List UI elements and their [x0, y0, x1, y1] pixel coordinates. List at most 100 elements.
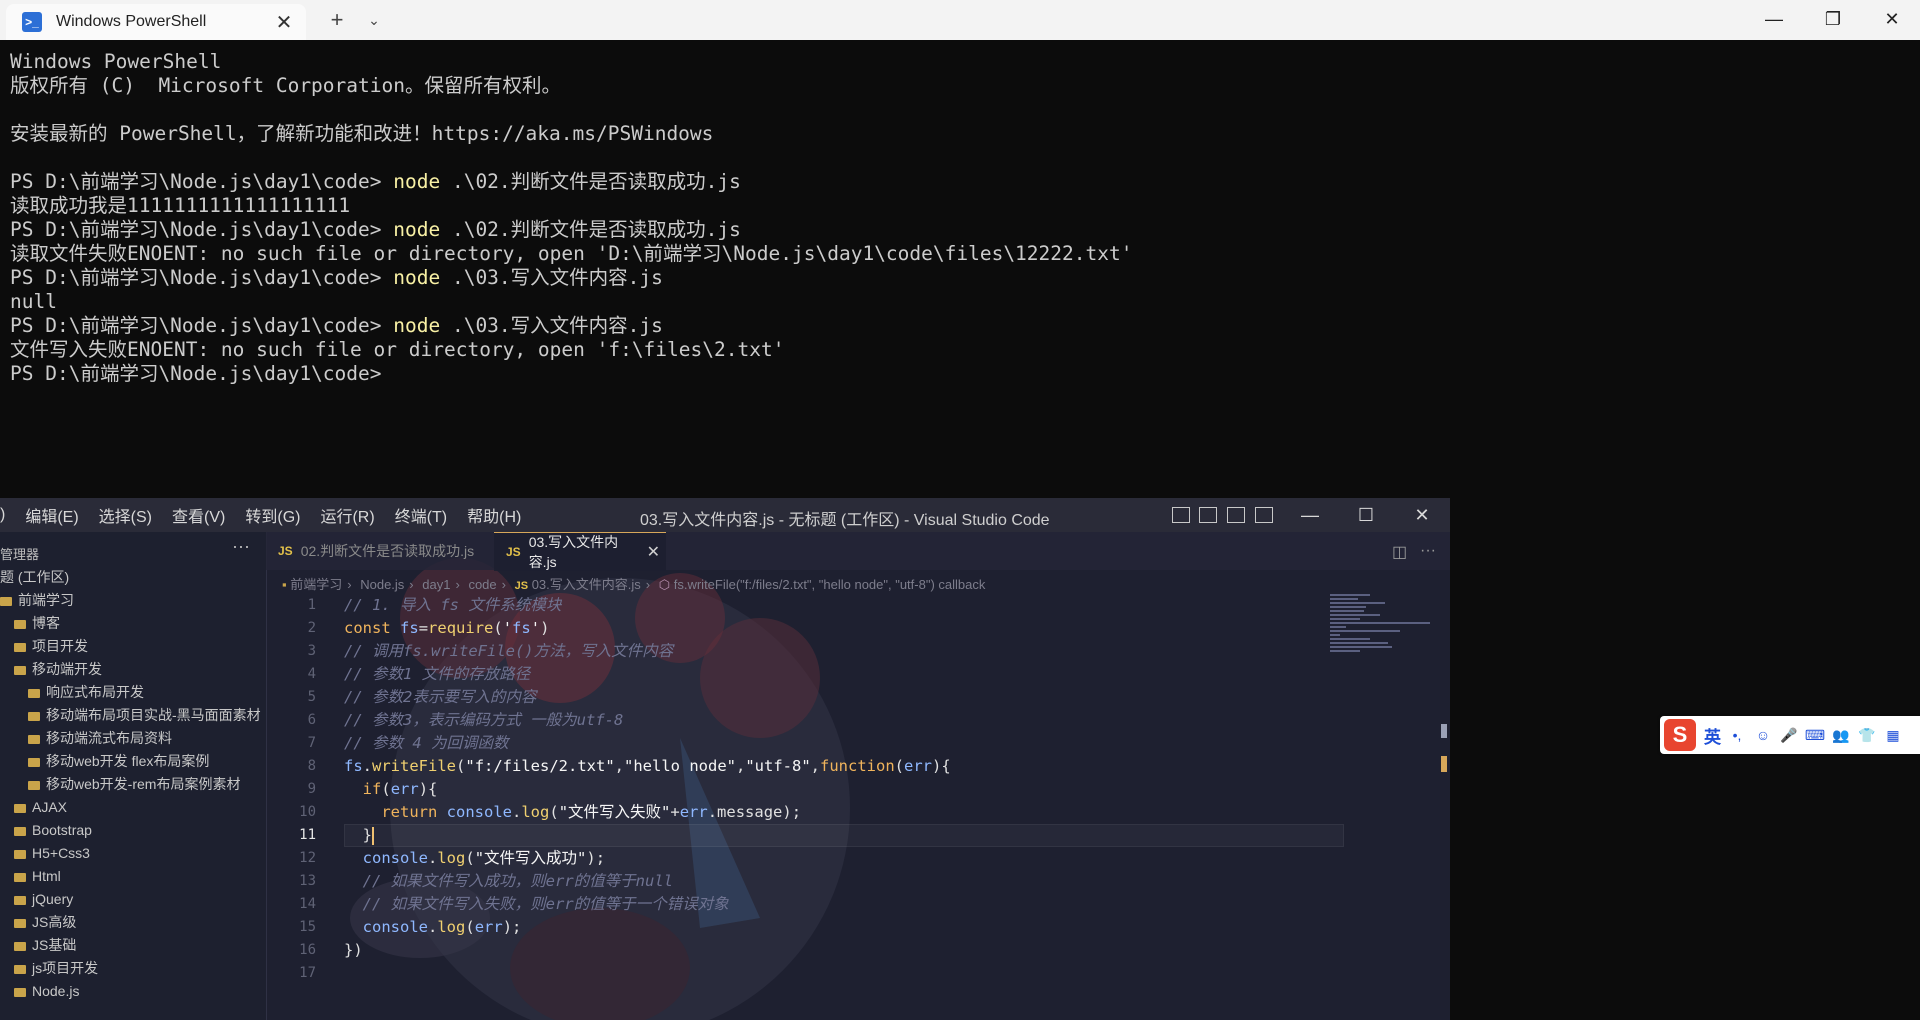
breadcrumb-item[interactable]: Node.js	[360, 577, 404, 592]
user-icon[interactable]: 👥	[1831, 725, 1851, 745]
terminal-args: .\02.判断文件是否读取成功.js	[440, 170, 741, 193]
close-icon[interactable]: ✕	[647, 542, 660, 562]
sidebar-item-label: Html	[32, 868, 61, 884]
line-number: 11	[299, 827, 316, 843]
toggle-secondary-sidebar-icon[interactable]	[1227, 507, 1245, 523]
sidebar-folder-item[interactable]: 博客	[14, 612, 60, 634]
chevron-right-icon: ›	[409, 577, 414, 592]
sidebar-folder-item[interactable]: 前端学习	[0, 589, 74, 611]
sidebar-item-label: AJAX	[32, 799, 68, 815]
sidebar-folder-item[interactable]: 移动web开发-rem布局案例素材	[28, 773, 240, 795]
workspace-title[interactable]: 题 (工作区)	[0, 566, 69, 588]
code-line: 4 // 参数1 文件的存放路径	[266, 663, 1326, 686]
sidebar-folder-item[interactable]: 移动端流式布局资料	[28, 727, 172, 749]
line-number: 3	[307, 643, 316, 659]
restore-button[interactable]: ❐	[1805, 0, 1861, 38]
sidebar-folder-item[interactable]: H5+Css3	[14, 842, 90, 864]
menu-run[interactable]: 运行(R)	[320, 503, 374, 527]
minimap[interactable]	[1330, 594, 1440, 674]
code-line: 1 // 1. 导入 fs 文件系统模块	[266, 594, 1326, 617]
menu-view[interactable]: 查看(V)	[172, 503, 225, 527]
minimize-button[interactable]: —	[1746, 0, 1802, 38]
sidebar-folder-item[interactable]: Html	[14, 865, 61, 887]
menu-selection[interactable]: 选择(S)	[99, 503, 152, 527]
sogou-logo-icon[interactable]: S	[1664, 719, 1696, 751]
sidebar-folder-item[interactable]: 项目开发	[14, 635, 88, 657]
code-text: // 参数1 文件的存放路径	[344, 665, 531, 683]
split-editor-icon[interactable]: ◫	[1392, 542, 1407, 562]
breadcrumb-item[interactable]: 03.写入文件内容.js	[532, 577, 641, 592]
sidebar-folder-item[interactable]: Node.js	[14, 980, 79, 1002]
menu-terminal[interactable]: 终端(T)	[395, 503, 447, 527]
breadcrumb-item[interactable]: fs.writeFile("f:/files/2.txt", "hello no…	[674, 577, 986, 592]
sidebar-item-label: Bootstrap	[32, 822, 92, 838]
folder-icon	[28, 780, 40, 790]
window-title: 03.写入文件内容.js - 无标题 (工作区) - Visual Studio…	[640, 512, 1050, 529]
vscode-maximize-button[interactable]: ☐	[1340, 498, 1392, 532]
sidebar-folder-item[interactable]: JS高级	[14, 911, 76, 933]
ime-language-toggle[interactable]: 英	[1704, 723, 1721, 748]
keyboard-icon[interactable]: ⌨	[1805, 725, 1825, 745]
toolbox-icon[interactable]: ▦	[1883, 725, 1903, 745]
line-number: 2	[307, 620, 316, 636]
sidebar-folder-item[interactable]: 响应式布局开发	[28, 681, 144, 703]
sidebar-folder-item[interactable]: 移动端开发	[14, 658, 102, 680]
line-number: 9	[307, 781, 316, 797]
terminal-text: 读取文件失败ENOENT: no such file or directory,…	[10, 242, 1133, 265]
code-text: // 如果文件写入失败，则err的值等于一个错误对象	[344, 895, 729, 913]
terminal-command: node	[393, 314, 441, 337]
sidebar-folder-item[interactable]: AJAX	[14, 796, 67, 818]
more-actions-icon[interactable]: ···	[1420, 542, 1436, 560]
code-text: }	[344, 826, 374, 845]
sidebar-folder-item[interactable]: Bootstrap	[14, 819, 92, 841]
code-line: 9 if(err){	[266, 778, 1326, 801]
terminal-tab[interactable]: >_ Windows PowerShell ✕	[6, 4, 306, 40]
line-number: 16	[299, 942, 316, 958]
more-actions-icon[interactable]: ···	[232, 536, 250, 557]
sidebar-folder-item[interactable]: js项目开发	[14, 957, 98, 979]
customize-layout-icon[interactable]	[1255, 507, 1273, 523]
sidebar-item-label: JS基础	[32, 937, 77, 953]
terminal-line: 版权所有 (C) Microsoft Corporation。保留所有权利。	[10, 74, 1910, 98]
close-window-button[interactable]: ✕	[1864, 0, 1920, 38]
microphone-icon[interactable]: 🎤	[1779, 725, 1799, 745]
code-text: // 参数2表示要写入的内容	[344, 688, 537, 706]
menu-file[interactable]: )	[0, 506, 5, 524]
sidebar-folder-item[interactable]: 移动端布局项目实战-黑马面面素材	[28, 704, 261, 726]
sidebar-folder-item[interactable]: JS基础	[14, 934, 76, 956]
sidebar-item-label: 移动web开发-rem布局案例素材	[46, 776, 241, 792]
sidebar-folder-item[interactable]: jQuery	[14, 888, 73, 910]
code-editor[interactable]: 1 // 1. 导入 fs 文件系统模块 2 const fs=require('fs…	[266, 594, 1344, 1020]
chevron-down-icon[interactable]: ⌄	[361, 8, 387, 32]
folder-icon	[14, 964, 26, 974]
emoji-icon[interactable]: ☺	[1753, 725, 1773, 745]
menu-edit[interactable]: 编辑(E)	[25, 503, 78, 527]
terminal-output[interactable]: Windows PowerShell 版权所有 (C) Microsoft Cor…	[10, 50, 1910, 386]
code-line: 11 }	[266, 824, 1326, 847]
menu-help[interactable]: 帮助(H)	[467, 503, 521, 527]
vscode-close-button[interactable]: ✕	[1396, 498, 1448, 532]
toggle-sidebar-icon[interactable]	[1172, 507, 1190, 523]
terminal-titlebar: >_ Windows PowerShell ✕ + ⌄ — ❐ ✕	[0, 0, 1920, 40]
sidebar-folder-item[interactable]: 移动web开发 flex布局案例	[28, 750, 209, 772]
tab-02-read-file[interactable]: JS 02.判断文件是否读取成功.js	[266, 532, 494, 570]
new-tab-button[interactable]: +	[323, 7, 351, 32]
text-cursor	[372, 826, 374, 845]
vscode-titlebar: ) 编辑(E) 选择(S) 查看(V) 转到(G) 运行(R) 终端(T) 帮助…	[0, 498, 1450, 532]
symbol-method-icon: ⬡	[658, 577, 671, 592]
breadcrumb-item[interactable]: day1	[422, 577, 450, 592]
vscode-minimize-button[interactable]: —	[1284, 498, 1336, 532]
menu-go[interactable]: 转到(G)	[245, 503, 300, 527]
chevron-right-icon: ›	[347, 577, 352, 592]
tab-03-write-file[interactable]: JS 03.写入文件内容.js ✕	[494, 532, 666, 571]
toggle-panel-icon[interactable]	[1199, 507, 1217, 523]
punctuation-icon[interactable]: •,	[1727, 725, 1747, 745]
breadcrumb-item[interactable]: code	[468, 577, 496, 592]
breadcrumb-item[interactable]: 前端学习	[290, 577, 342, 592]
code-line: 16})	[266, 939, 1326, 962]
folder-icon	[14, 803, 26, 813]
scrollbar-thumb[interactable]	[1441, 724, 1447, 738]
close-icon[interactable]: ✕	[272, 10, 296, 34]
skin-icon[interactable]: 👕	[1857, 725, 1877, 745]
terminal-command: node	[393, 170, 441, 193]
